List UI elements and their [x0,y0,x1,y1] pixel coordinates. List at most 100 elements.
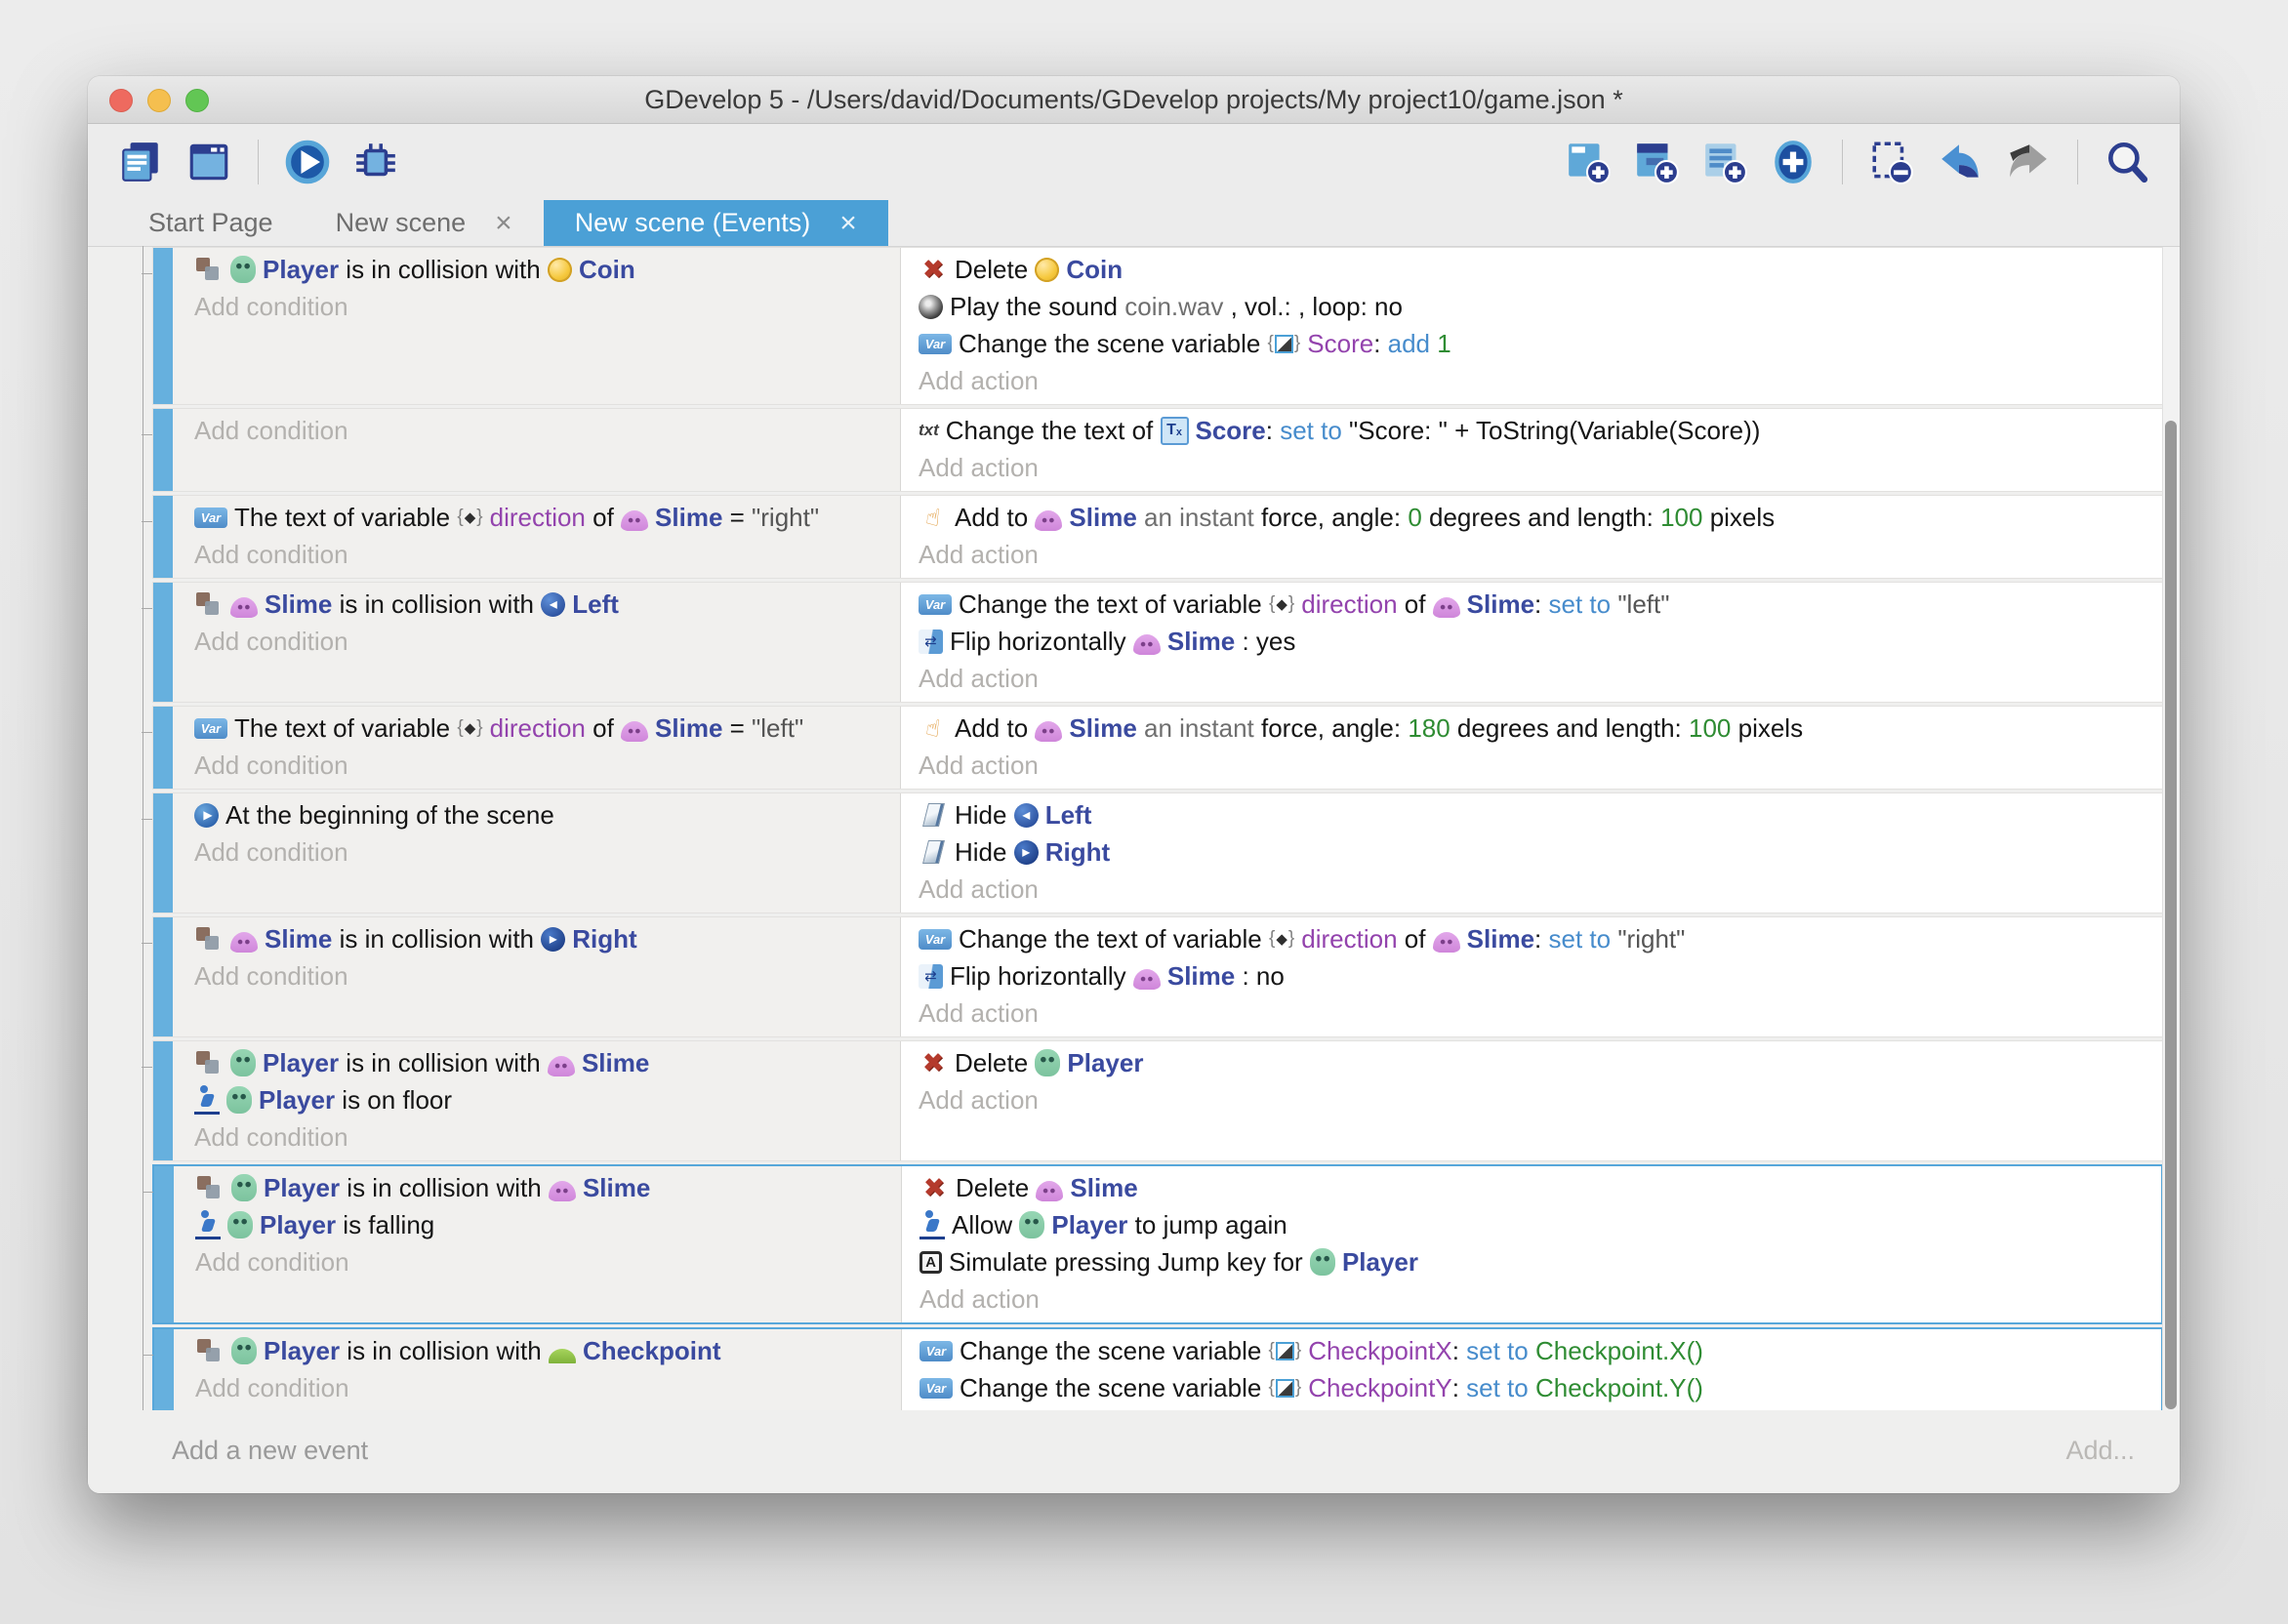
project-manager-button[interactable] [111,135,170,189]
add-condition-button[interactable]: Add condition [195,1369,901,1406]
add-condition-button[interactable]: Add condition [194,623,900,660]
add-comment-button[interactable] [1696,135,1754,189]
action[interactable]: Play the sound coin.wav , vol.: , loop: … [919,288,2162,325]
scene-editor-button[interactable] [180,135,238,189]
action[interactable]: VarChange the scene variable {}Checkpoin… [919,1369,2161,1406]
condition[interactable]: Player is in collision with Slime [195,1169,901,1206]
action[interactable]: ASimulate pressing Jump key for Player [919,1243,2161,1280]
event-drag-bar[interactable] [153,707,173,789]
add-action-button[interactable]: Add action [919,1081,2162,1118]
add-condition-button[interactable]: Add condition [194,747,900,784]
event-row[interactable]: Player is in collision with SlimePlayer … [152,1164,2163,1324]
add-condition-button[interactable]: Add condition [194,288,900,325]
add-action-button[interactable]: Add action [919,995,2162,1032]
add-new-event-button[interactable]: Add a new event [172,1436,368,1466]
action[interactable]: VarChange the scene variable {}Checkpoin… [919,1332,2161,1369]
redo-button[interactable] [1999,135,2058,189]
add-action-button[interactable]: Add action [919,1280,2161,1318]
event-row[interactable]: Slime is in collision with ◂LeftAdd cond… [152,582,2163,703]
delete-event-button[interactable] [1862,135,1921,189]
start-preview-button[interactable] [278,135,337,189]
event-drag-bar[interactable] [154,1166,174,1322]
event-row[interactable]: Slime is in collision with ▸RightAdd con… [152,916,2163,1037]
add-action-button[interactable]: Add action [919,747,2162,784]
action[interactable]: txtChange the text of TₓScore: set to "S… [919,412,2162,449]
add-condition-button[interactable]: Add condition [194,957,900,995]
event-drag-bar[interactable] [154,1329,174,1411]
scrollbar-thumb[interactable] [2165,421,2177,1409]
action[interactable]: ⇄Flip horizontally Slime : yes [919,623,2162,660]
search-button[interactable] [2098,135,2156,189]
event-row[interactable]: Player is in collision with CheckpointAd… [152,1327,2163,1411]
action[interactable]: VarChange the text of variable {◆}direct… [919,586,2162,623]
events-footer: Add a new event Add... [88,1410,2180,1493]
event-row[interactable]: Player is in collision with Coin Add cond… [152,247,2163,405]
action[interactable]: ⇄Flip horizontally Slime : no [919,957,2162,995]
add-event-button[interactable] [1559,135,1617,189]
add-action-button[interactable]: Add action [919,660,2162,697]
text-segment: 180 [1408,713,1450,744]
add-condition-button[interactable]: Add condition [194,536,900,573]
condition[interactable]: Slime is in collision with ◂Left [194,586,900,623]
event-drag-bar[interactable] [153,583,173,702]
zoom-window-button[interactable] [185,89,209,112]
add-action-button[interactable]: Add action [919,871,2162,908]
action[interactable]: ☝Add to Slime an instant force, angle: 1… [919,710,2162,747]
condition[interactable]: Player is in collision with Checkpoint [195,1332,901,1369]
condition[interactable]: Player is in collision with Slime [194,1044,900,1081]
action[interactable]: ✖Delete Player [919,1044,2162,1081]
condition[interactable]: Player is in collision with Coin [194,251,900,288]
condition[interactable]: Player is on floor [194,1081,900,1118]
event-row[interactable]: VarThe text of variable {◆}direction of … [152,706,2163,790]
condition[interactable]: VarThe text of variable {◆}direction of … [194,710,900,747]
add-subevent-button[interactable] [1627,135,1686,189]
action[interactable]: ✖Delete Coin [919,251,2162,288]
event-row[interactable]: VarThe text of variable {◆}direction of … [152,495,2163,579]
event-drag-bar[interactable] [153,496,173,578]
minimize-window-button[interactable] [147,89,171,112]
condition[interactable]: VarThe text of variable {◆}direction of … [194,499,900,536]
text-segment: The text of variable [234,503,457,533]
add-condition-button[interactable]: Add condition [194,412,900,449]
event-drag-bar[interactable] [153,409,173,491]
add-action-button[interactable]: Add action [919,362,2162,399]
event-row[interactable]: ▶At the beginning of the sceneAdd condit… [152,792,2163,914]
add-action-button[interactable]: Add action [919,536,2162,573]
delete-selection-icon [1868,139,1915,185]
add-new-button[interactable] [1764,135,1822,189]
tab-close-icon[interactable]: × [495,209,512,238]
vertical-scrollbar[interactable] [2162,247,2180,1411]
action[interactable]: ✖Delete Slime [919,1169,2161,1206]
action[interactable]: Hide ◂Left [919,796,2162,833]
condition[interactable]: Player is falling [195,1206,901,1243]
action[interactable]: Allow Player to jump again [919,1206,2161,1243]
condition[interactable]: ▶At the beginning of the scene [194,796,900,833]
tab-start-page[interactable]: Start Page [117,200,305,246]
player-icon [1019,1211,1044,1238]
action[interactable]: ☝Add to Slime an instant force, angle: 0… [919,499,2162,536]
tab-new-scene[interactable]: New scene× [305,200,544,246]
event-drag-bar[interactable] [153,1041,173,1160]
event-row[interactable]: Player is in collision with SlimePlayer … [152,1040,2163,1161]
add-action-button[interactable]: Add action [919,449,2162,486]
event-drag-bar[interactable] [153,793,173,913]
debug-button[interactable] [347,135,405,189]
close-window-button[interactable] [109,89,133,112]
add-condition-button[interactable]: Add condition [194,1118,900,1156]
add-condition-button-label: Add condition [194,292,348,322]
event-drag-bar[interactable] [153,917,173,1036]
undo-button[interactable] [1931,135,1989,189]
event-drag-bar[interactable] [153,248,173,404]
tab-new-scene-events[interactable]: New scene (Events)× [544,200,888,246]
action[interactable]: Hide ▸Right [919,833,2162,871]
tab-close-icon[interactable]: × [839,209,857,238]
event-row[interactable]: Add condition txtChange the text of TₓSco… [152,408,2163,492]
action[interactable]: VarChange the scene variable {}Score: ad… [919,325,2162,362]
add-condition-button[interactable]: Add condition [195,1243,901,1280]
add-more-button[interactable]: Add... [2065,1436,2135,1466]
text-segment: set to [1466,1336,1529,1366]
slime-icon [1035,721,1062,742]
add-condition-button[interactable]: Add condition [194,833,900,871]
action[interactable]: VarChange the text of variable {◆}direct… [919,920,2162,957]
condition[interactable]: Slime is in collision with ▸Right [194,920,900,957]
